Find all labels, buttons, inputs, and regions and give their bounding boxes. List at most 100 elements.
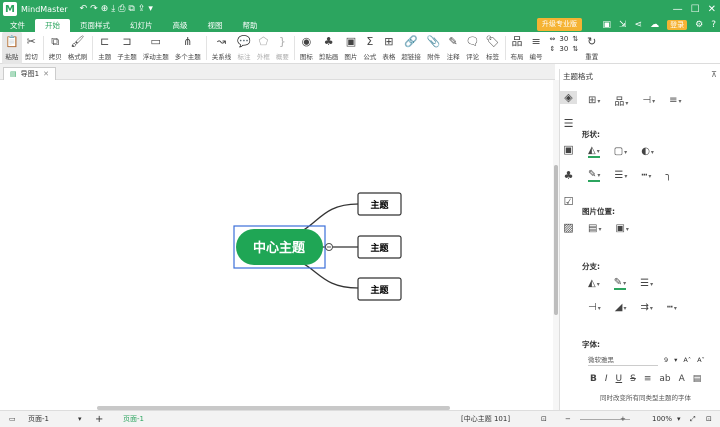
- branch-color-icon[interactable]: ✎▾: [613, 277, 627, 290]
- boundary-button[interactable]: ⬠ 外框: [254, 32, 273, 64]
- help-icon[interactable]: ?: [711, 20, 716, 30]
- restore-icon[interactable]: ⊡: [706, 413, 712, 426]
- spacing-b-value[interactable]: 30: [559, 45, 568, 53]
- font-shrink-icon[interactable]: A˅: [697, 356, 705, 364]
- outline-icon[interactable]: ▣: [563, 143, 573, 156]
- zoom-dropdown-icon[interactable]: ▾: [677, 413, 681, 426]
- attachment-button[interactable]: 📎 附件: [424, 32, 444, 64]
- cut-button[interactable]: ✂ 剪切: [22, 32, 41, 64]
- image-top-icon[interactable]: ▣▾: [615, 223, 628, 234]
- zoom-out-icon[interactable]: −: [565, 413, 571, 426]
- strikethrough-icon[interactable]: S: [630, 374, 636, 384]
- menu-0[interactable]: 文件: [0, 19, 35, 32]
- font-family-select[interactable]: 微软雅黑: [588, 354, 658, 366]
- border-dash-icon[interactable]: ┅▾: [641, 170, 651, 181]
- cloud-icon[interactable]: ☁: [650, 20, 659, 30]
- settings-icon[interactable]: ⚙: [695, 20, 703, 30]
- italic-icon[interactable]: I: [605, 374, 608, 384]
- align-icon[interactable]: ≡▾: [669, 95, 681, 106]
- page-selector[interactable]: 页面-1: [28, 413, 49, 426]
- fill-color-icon[interactable]: ◭▾: [588, 145, 600, 158]
- spinner-arrows-icon[interactable]: ⇅: [572, 45, 578, 53]
- spacing-a-value[interactable]: 30: [559, 35, 568, 43]
- shape-icon[interactable]: ▢▾: [614, 146, 627, 157]
- connector-icon[interactable]: ⊣▾: [642, 95, 655, 106]
- quick-access-icon[interactable]: ⤓: [111, 4, 115, 14]
- panel-pin-icon[interactable]: ⊼: [711, 70, 717, 79]
- maximize-icon[interactable]: ☐: [691, 4, 700, 15]
- topic-format-icon[interactable]: ◈: [560, 91, 577, 104]
- numbering-button[interactable]: ≡ 编号: [527, 32, 546, 64]
- branch-arrow-icon[interactable]: ⇉▾: [640, 302, 652, 313]
- store-icon[interactable]: ▣: [603, 20, 612, 30]
- formula-button[interactable]: Σ 公式: [360, 32, 379, 64]
- highlight-icon[interactable]: ab: [659, 374, 670, 384]
- mindmap-canvas[interactable]: 中心主题 主题 主题 主题: [0, 80, 553, 410]
- zoom-in-icon[interactable]: +: [620, 413, 626, 426]
- picture-button[interactable]: ▣ 图片: [341, 32, 360, 64]
- close-tab-icon[interactable]: ✕: [43, 68, 49, 80]
- hyperlink-button[interactable]: 🔗 超链接: [398, 32, 424, 64]
- page-tab-1[interactable]: 页面-1: [123, 413, 144, 426]
- more-format-icon[interactable]: ▤: [693, 374, 702, 384]
- border-weight-icon[interactable]: ☰▾: [614, 170, 627, 181]
- image-left-icon[interactable]: ▤▾: [588, 223, 601, 234]
- list-icon[interactable]: ☰: [564, 117, 574, 130]
- callout-button[interactable]: 💬 标注: [234, 32, 254, 64]
- branch-weight-icon[interactable]: ☰▾: [640, 278, 653, 289]
- branch-style-icon[interactable]: ◢▾: [615, 302, 627, 313]
- branch-fill-icon[interactable]: ◭▾: [588, 278, 600, 289]
- quick-access-icon[interactable]: ⎙: [118, 4, 125, 14]
- text-align-icon[interactable]: ≡: [644, 374, 652, 384]
- quick-access-icon[interactable]: ⇪: [138, 4, 146, 14]
- menu-3[interactable]: 幻灯片: [120, 19, 163, 32]
- branch-dash-icon[interactable]: ┅▾: [667, 302, 677, 313]
- zoom-level[interactable]: 100%: [652, 413, 672, 426]
- comment-button[interactable]: 🗨 评论: [463, 32, 483, 64]
- task-icon[interactable]: ☑: [564, 195, 574, 208]
- quick-access-icon[interactable]: ⊕: [101, 4, 109, 14]
- reset-button[interactable]: ↻ 重置: [582, 32, 601, 64]
- multiple-topics-button[interactable]: ⋔ 多个主题: [172, 32, 204, 64]
- menu-2[interactable]: 页面样式: [70, 19, 120, 32]
- quick-access-icon[interactable]: ↷: [90, 4, 98, 14]
- login-button[interactable]: 登录: [667, 20, 688, 30]
- menu-4[interactable]: 高级: [163, 19, 198, 32]
- layout-icon[interactable]: ⊞▾: [588, 95, 600, 106]
- share-icon[interactable]: ⋖: [635, 20, 643, 30]
- upgrade-button[interactable]: 升级专业版: [537, 18, 582, 31]
- menu-6[interactable]: 帮助: [233, 19, 268, 32]
- quick-access-icon[interactable]: ▾: [148, 4, 153, 14]
- subtopic-button[interactable]: ⊐ 子主题: [114, 32, 140, 64]
- formula-icon[interactable]: ▨: [563, 221, 573, 234]
- font-size-select[interactable]: 9: [664, 356, 668, 364]
- menu-1[interactable]: 开始: [35, 19, 70, 32]
- summary-button[interactable]: } 概要: [273, 32, 292, 64]
- quick-access-icon[interactable]: ⧉: [128, 4, 134, 14]
- page-view-icon[interactable]: ▭: [9, 413, 16, 426]
- fit-page-icon[interactable]: ⊡: [541, 413, 547, 426]
- border-color-icon[interactable]: ✎▾: [588, 169, 601, 182]
- export-icon[interactable]: ⇲: [619, 20, 627, 30]
- tag-button[interactable]: 🏷 标签: [483, 32, 503, 64]
- fullscreen-icon[interactable]: ⤢: [690, 413, 696, 426]
- quick-access-icon[interactable]: ↶: [80, 4, 88, 14]
- font-size-dropdown-icon[interactable]: ▾: [674, 356, 677, 364]
- icon-button[interactable]: ◉ 图标: [297, 32, 316, 64]
- corner-icon[interactable]: ╮: [665, 170, 671, 181]
- font-color-icon[interactable]: A: [679, 374, 685, 384]
- page-dropdown-icon[interactable]: ▾: [78, 413, 82, 426]
- close-icon[interactable]: ✕: [708, 4, 716, 15]
- layout-button[interactable]: 品布局: [508, 32, 527, 64]
- clipart-icon[interactable]: ♣: [564, 169, 574, 182]
- font-grow-icon[interactable]: A˄: [683, 356, 691, 364]
- bold-icon[interactable]: B: [590, 374, 597, 384]
- add-page-icon[interactable]: +: [95, 413, 103, 426]
- shadow-icon[interactable]: ◐▾: [641, 146, 654, 157]
- tab-document-1[interactable]: ▤ 导图1 ✕: [3, 67, 56, 80]
- format-painter-button[interactable]: 🖌 格式刷: [65, 32, 91, 64]
- table-button[interactable]: ⊞ 表格: [379, 32, 398, 64]
- clipart-button[interactable]: ♣ 剪贴画: [316, 32, 342, 64]
- floating-topic-button[interactable]: ▭ 浮动主题: [140, 32, 172, 64]
- underline-icon[interactable]: U: [616, 374, 623, 384]
